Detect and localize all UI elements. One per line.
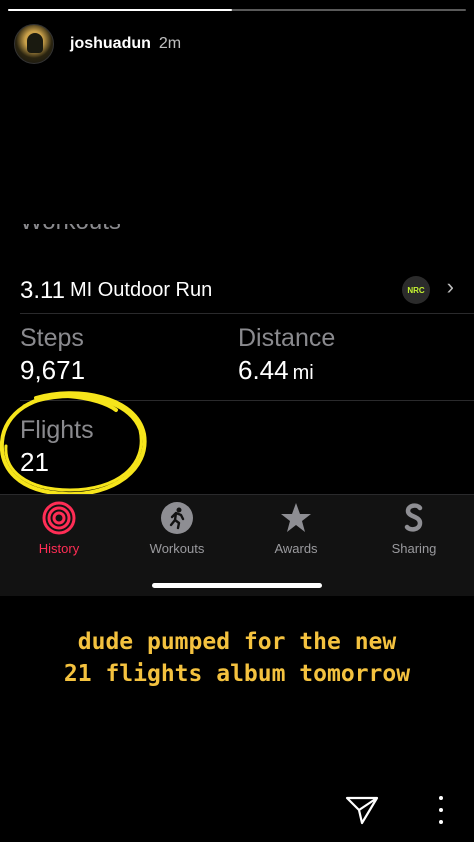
tab-label: Sharing bbox=[391, 541, 437, 556]
flights-value: 21 bbox=[20, 447, 49, 477]
story-progress-fill bbox=[8, 9, 233, 11]
more-options-icon[interactable] bbox=[432, 796, 450, 824]
story-progress-bar bbox=[8, 9, 466, 11]
steps-label: Steps bbox=[20, 324, 84, 352]
workout-distance: 3.11 bbox=[20, 276, 65, 304]
activity-screenshot: Workouts 3.11 MI Outdoor Run NRC › Steps… bbox=[0, 224, 474, 596]
username[interactable]: joshuadun bbox=[70, 35, 151, 53]
flights-label: Flights bbox=[20, 416, 94, 444]
post-time: 2m bbox=[158, 35, 182, 52]
send-icon[interactable] bbox=[344, 794, 380, 826]
workout-label: MI Outdoor Run bbox=[69, 279, 213, 301]
sharing-s-icon bbox=[397, 501, 431, 535]
tab-awards[interactable]: Awards bbox=[237, 501, 355, 556]
tab-label: Workouts bbox=[149, 541, 205, 556]
story-caption: dude pumped for the new 21 flights album… bbox=[63, 629, 411, 687]
tab-bar: History Workouts Awards Sharing bbox=[0, 494, 474, 596]
distance-value: 6.44 bbox=[238, 355, 289, 385]
distance-label: Distance bbox=[238, 324, 336, 352]
tab-label: Awards bbox=[274, 541, 318, 556]
distance-value-row: 6.44 mi bbox=[238, 355, 335, 386]
steps-stat: Steps 9,671 bbox=[20, 324, 85, 386]
section-title-workouts: Workouts bbox=[20, 224, 121, 244]
tab-label: History bbox=[38, 541, 80, 556]
distance-unit: mi bbox=[292, 362, 314, 384]
divider bbox=[20, 400, 474, 401]
workout-row[interactable]: 3.11 MI Outdoor Run NRC › bbox=[20, 268, 474, 314]
star-award-icon bbox=[279, 501, 313, 535]
chevron-right-icon: › bbox=[446, 274, 454, 299]
tab-sharing[interactable]: Sharing bbox=[355, 501, 473, 556]
activity-rings-icon bbox=[42, 501, 76, 535]
tab-workouts[interactable]: Workouts bbox=[118, 501, 236, 556]
tab-history[interactable]: History bbox=[0, 501, 118, 556]
nrc-badge-icon: NRC bbox=[402, 276, 430, 304]
flights-stat: Flights 21 bbox=[20, 416, 94, 478]
story-header: joshuadun 2m bbox=[14, 24, 181, 64]
running-figure-icon bbox=[160, 501, 194, 535]
steps-value: 9,671 bbox=[20, 355, 86, 385]
home-indicator bbox=[152, 583, 322, 588]
distance-stat: Distance 6.44 mi bbox=[238, 324, 335, 386]
avatar[interactable] bbox=[14, 24, 54, 64]
